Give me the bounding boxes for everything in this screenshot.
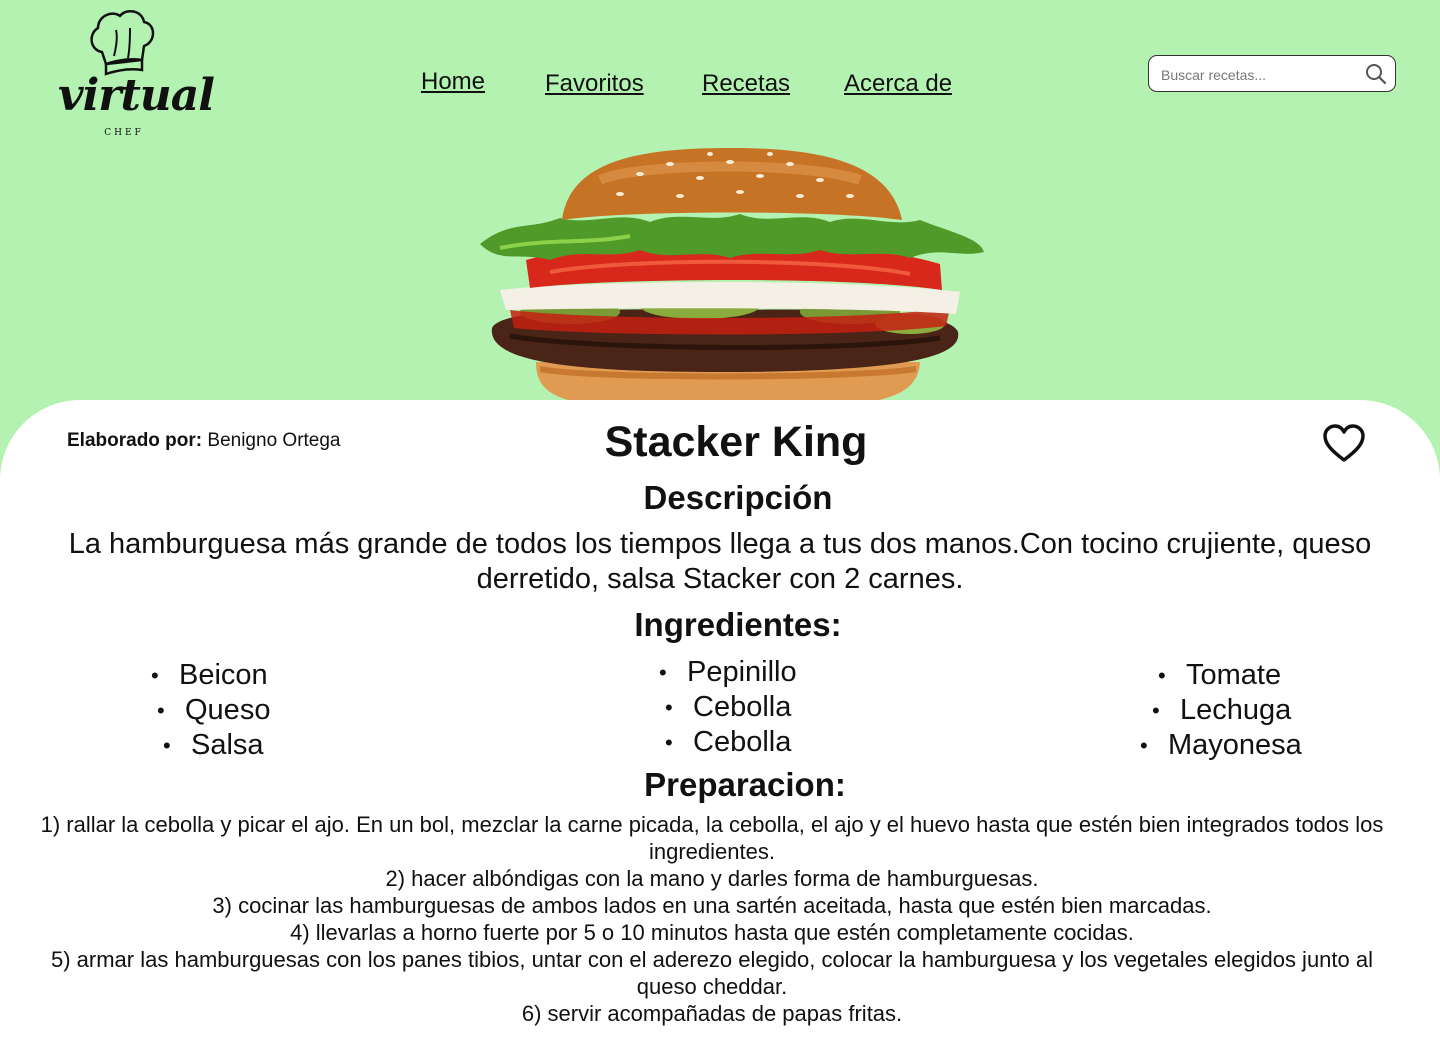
recipe-title: Stacker King	[604, 418, 868, 466]
ingredient-item: Beicon	[151, 658, 270, 693]
preparation-step: 4) llevarlas a horno fuerte por 5 o 10 m…	[290, 920, 1134, 945]
ingredients-column-1: Beicon Queso Salsa	[151, 658, 270, 763]
search-icon[interactable]	[1365, 63, 1387, 85]
preparation-steps: 1) rallar la cebolla y picar el ajo. En …	[20, 811, 1404, 1027]
description-heading: Descripción	[643, 479, 833, 516]
ingredient-item: Pepinillo	[659, 655, 797, 690]
nav-home-link[interactable]: Home	[421, 68, 485, 96]
recipe-description: La hamburguesa más grande de todos los t…	[68, 528, 1372, 595]
ingredient-item: Mayonesa	[1140, 728, 1302, 763]
logo-wordmark: virtual	[58, 70, 215, 121]
logo[interactable]: virtual CHEF	[56, 8, 215, 140]
ingredients-column-2: Pepinillo Cebolla Cebolla	[659, 655, 797, 760]
preparation-step: 5) armar las hamburguesas con los panes …	[51, 947, 1373, 999]
preparation-step: 2) hacer albóndigas con la mano y darles…	[385, 866, 1039, 891]
ingredient-item: Cebolla	[665, 690, 797, 725]
search-box	[1148, 55, 1396, 92]
preparation-step: 3) cocinar las hamburguesas de ambos lad…	[212, 893, 1212, 918]
search-input[interactable]	[1159, 62, 1363, 88]
nav-recipes-link[interactable]: Recetas	[702, 70, 790, 98]
ingredients-column-3: Tomate Lechuga Mayonesa	[1140, 658, 1302, 763]
preparation-heading: Preparacion:	[644, 766, 846, 803]
ingredient-item: Cebolla	[665, 725, 797, 760]
ingredients-heading: Ingredientes:	[634, 606, 842, 643]
ingredient-item: Queso	[157, 693, 270, 728]
heart-icon[interactable]	[1322, 424, 1366, 464]
nav-about-link[interactable]: Acerca de	[844, 70, 952, 98]
burger-image	[480, 148, 984, 414]
nav-favorites-link[interactable]: Favoritos	[545, 70, 644, 98]
ingredient-item: Lechuga	[1152, 693, 1302, 728]
preparation-step: 6) servir acompañadas de papas fritas.	[521, 1001, 903, 1026]
ingredient-item: Salsa	[163, 728, 270, 763]
logo-subtitle: CHEF	[104, 128, 144, 138]
preparation-step: 1) rallar la cebolla y picar el ajo. En …	[40, 812, 1384, 864]
ingredient-item: Tomate	[1158, 658, 1302, 693]
